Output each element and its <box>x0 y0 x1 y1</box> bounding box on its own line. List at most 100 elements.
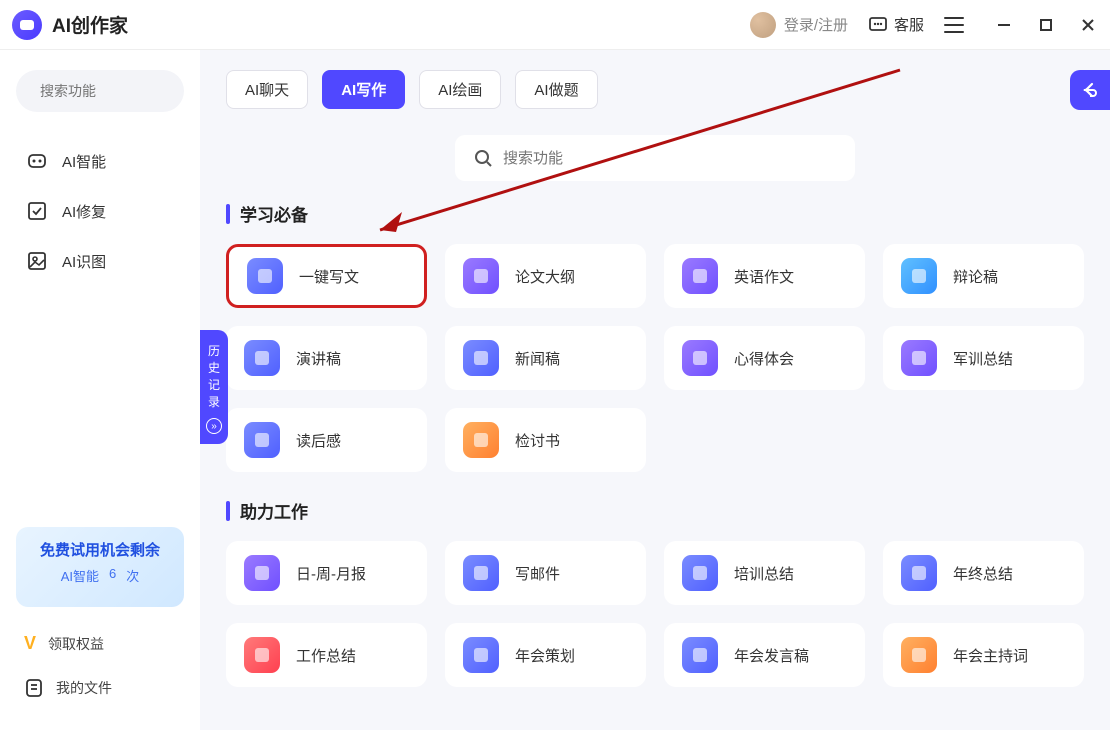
nav-label: AI识图 <box>62 251 106 272</box>
search-icon <box>473 148 493 168</box>
card-label: 演讲稿 <box>296 348 341 369</box>
card-label: 年会主持词 <box>953 645 1028 666</box>
template-card[interactable]: 年会主持词 <box>883 623 1084 687</box>
card-icon <box>463 422 499 458</box>
card-icon <box>463 340 499 376</box>
card-label: 英语作文 <box>734 266 794 287</box>
close-button[interactable] <box>1078 15 1098 35</box>
template-card[interactable]: 读后感 <box>226 408 427 472</box>
sidebar-nav-item[interactable]: AI修复 <box>16 186 184 236</box>
template-card[interactable]: 军训总结 <box>883 326 1084 390</box>
claim-rights-label: 领取权益 <box>48 634 104 654</box>
template-card[interactable]: 心得体会 <box>664 326 865 390</box>
section-title: 学习必备 <box>226 201 1084 226</box>
card-icon <box>244 637 280 673</box>
trial-sub: AI智能 6 次 <box>28 566 172 585</box>
card-icon <box>463 555 499 591</box>
history-sidebar-tab[interactable]: 历史记录 » <box>200 330 228 444</box>
card-icon <box>682 340 718 376</box>
tab-AI聊天[interactable]: AI聊天 <box>226 70 308 109</box>
sidebar-nav-item[interactable]: AI识图 <box>16 236 184 286</box>
file-icon <box>24 678 44 698</box>
card-label: 一键写文 <box>299 266 359 287</box>
my-files-link[interactable]: 我的文件 <box>16 666 184 710</box>
service-label: 客服 <box>894 14 924 35</box>
tabs: AI聊天 AI写作 AI绘画 AI做题 <box>226 70 1084 109</box>
card-icon <box>901 258 937 294</box>
main-search[interactable] <box>455 135 855 181</box>
card-label: 工作总结 <box>296 645 356 666</box>
card-icon <box>463 258 499 294</box>
app-logo-icon <box>12 10 42 40</box>
template-card[interactable]: 演讲稿 <box>226 326 427 390</box>
template-card[interactable]: 培训总结 <box>664 541 865 605</box>
template-card[interactable]: 检讨书 <box>445 408 646 472</box>
template-card[interactable]: 年会策划 <box>445 623 646 687</box>
nav-icon <box>26 250 48 272</box>
card-label: 年会策划 <box>515 645 575 666</box>
card-label: 心得体会 <box>734 348 794 369</box>
avatar-icon <box>750 12 776 38</box>
back-button[interactable] <box>1070 70 1110 110</box>
window-controls <box>994 15 1098 35</box>
card-icon <box>463 637 499 673</box>
login-label: 登录/注册 <box>784 14 848 35</box>
my-files-label: 我的文件 <box>56 678 112 698</box>
sidebar: AI智能 AI修复 AI识图 免费试用机会剩余 AI智能 6 次 V 领取权益 我的… <box>0 50 200 730</box>
login-link[interactable]: 登录/注册 <box>750 12 848 38</box>
template-card[interactable]: 工作总结 <box>226 623 427 687</box>
sidebar-nav-item[interactable]: AI智能 <box>16 136 184 186</box>
card-label: 辩论稿 <box>953 266 998 287</box>
card-icon <box>901 340 937 376</box>
section-title: 助力工作 <box>226 498 1084 523</box>
nav-icon <box>26 200 48 222</box>
claim-rights-link[interactable]: V 领取权益 <box>16 621 184 666</box>
template-card[interactable]: 英语作文 <box>664 244 865 308</box>
nav-label: AI智能 <box>62 151 106 172</box>
main-search-input[interactable] <box>503 150 837 167</box>
tab-AI做题[interactable]: AI做题 <box>515 70 597 109</box>
tab-AI写作[interactable]: AI写作 <box>322 70 405 109</box>
card-label: 军训总结 <box>953 348 1013 369</box>
app-title: AI创作家 <box>52 11 128 38</box>
template-card[interactable]: 论文大纲 <box>445 244 646 308</box>
template-card[interactable]: 新闻稿 <box>445 326 646 390</box>
expand-icon: » <box>206 418 222 434</box>
card-icon <box>682 555 718 591</box>
sidebar-search-input[interactable] <box>40 83 221 99</box>
card-label: 年终总结 <box>953 563 1013 584</box>
card-label: 日-周-月报 <box>296 563 366 584</box>
return-icon <box>1080 80 1100 100</box>
minimize-button[interactable] <box>994 15 1014 35</box>
template-card[interactable]: 一键写文 <box>226 244 427 308</box>
menu-button[interactable] <box>944 17 964 33</box>
card-label: 新闻稿 <box>515 348 560 369</box>
tab-AI绘画[interactable]: AI绘画 <box>419 70 501 109</box>
card-icon <box>901 555 937 591</box>
card-icon <box>682 637 718 673</box>
nav-label: AI修复 <box>62 201 106 222</box>
nav-icon <box>26 150 48 172</box>
template-card[interactable]: 年会发言稿 <box>664 623 865 687</box>
card-label: 写邮件 <box>515 563 560 584</box>
card-icon <box>244 555 280 591</box>
chat-icon <box>868 15 888 35</box>
card-icon <box>682 258 718 294</box>
template-card[interactable]: 辩论稿 <box>883 244 1084 308</box>
maximize-button[interactable] <box>1036 15 1056 35</box>
card-label: 读后感 <box>296 430 341 451</box>
card-icon <box>244 422 280 458</box>
template-card[interactable]: 年终总结 <box>883 541 1084 605</box>
titlebar: AI创作家 登录/注册 客服 <box>0 0 1110 50</box>
trial-card[interactable]: 免费试用机会剩余 AI智能 6 次 <box>16 527 184 607</box>
main-content: AI聊天 AI写作 AI绘画 AI做题 学习必备一键写文 论文大纲 英语作文 辩论稿演讲稿 新… <box>200 50 1110 730</box>
card-label: 培训总结 <box>734 563 794 584</box>
trial-title: 免费试用机会剩余 <box>28 539 172 560</box>
template-card[interactable]: 写邮件 <box>445 541 646 605</box>
template-card[interactable]: 日-周-月报 <box>226 541 427 605</box>
sidebar-search[interactable] <box>16 70 184 112</box>
card-label: 论文大纲 <box>515 266 575 287</box>
card-icon <box>244 340 280 376</box>
customer-service-button[interactable]: 客服 <box>868 14 924 35</box>
card-label: 年会发言稿 <box>734 645 809 666</box>
